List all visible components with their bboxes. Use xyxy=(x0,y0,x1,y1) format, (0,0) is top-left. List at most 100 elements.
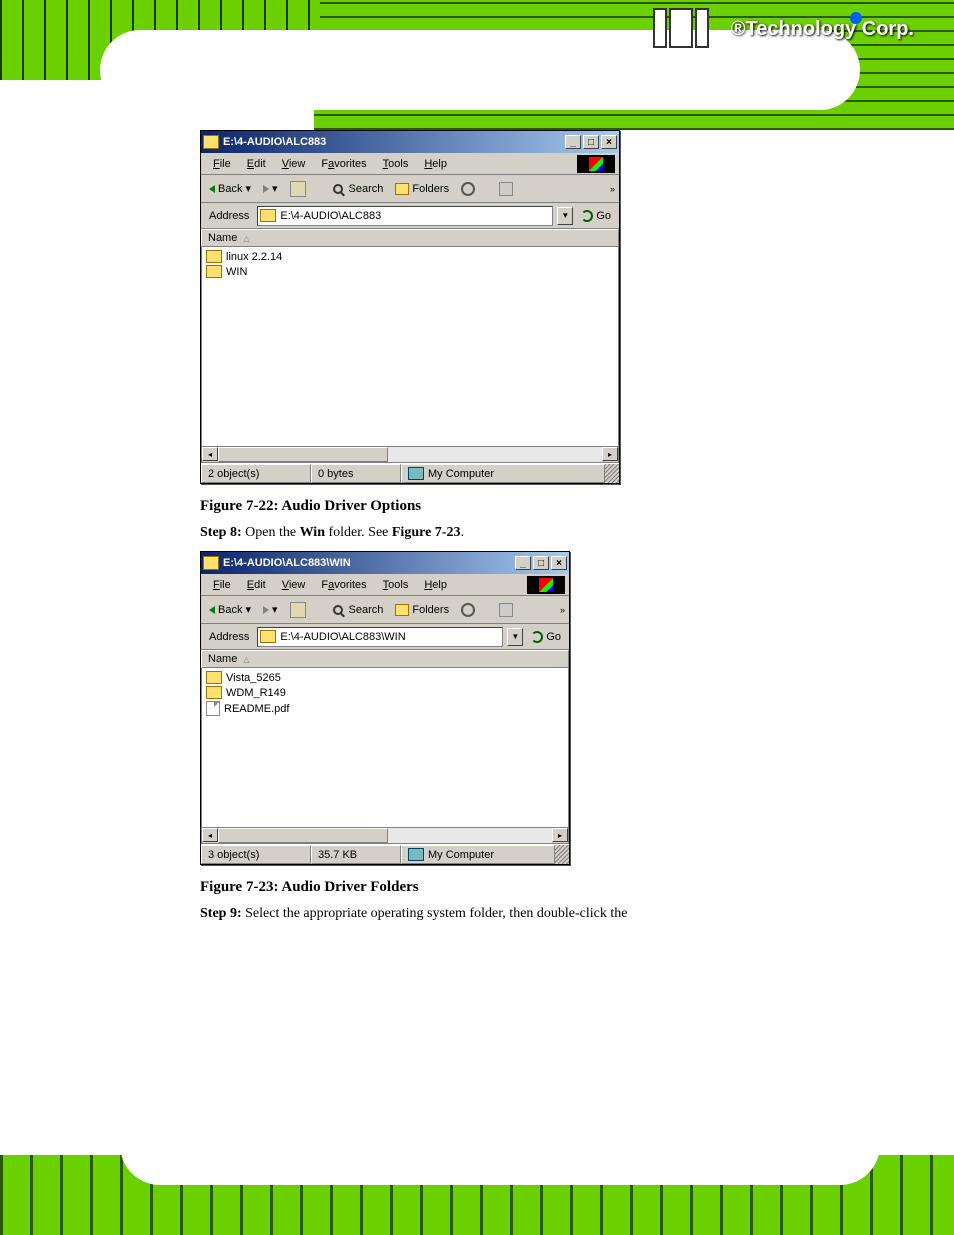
menu-view[interactable]: View xyxy=(274,156,314,172)
address-dropdown[interactable]: ▼ xyxy=(557,207,573,225)
windows-flag-icon xyxy=(577,155,615,173)
status-objects: 3 object(s) xyxy=(201,845,311,864)
address-dropdown[interactable]: ▼ xyxy=(507,628,523,646)
toolbar-overflow[interactable]: » xyxy=(610,184,615,194)
statusbar: 2 object(s) 0 bytes My Computer xyxy=(201,463,619,483)
resize-grip[interactable] xyxy=(605,464,619,483)
arrow-right-icon xyxy=(263,185,269,193)
horizontal-scrollbar[interactable]: ◂ ▸ xyxy=(201,447,619,463)
back-button[interactable]: Back ▾ xyxy=(205,181,255,196)
arrow-right-icon xyxy=(263,606,269,614)
folders-button[interactable]: Folders xyxy=(391,603,453,617)
folder-icon xyxy=(206,671,222,684)
up-button[interactable] xyxy=(286,601,310,619)
menu-file[interactable]: File xyxy=(205,156,239,172)
step-8-text: Step 8: Open the Win folder. See Figure … xyxy=(200,525,760,541)
list-item[interactable]: WDM_R149 xyxy=(204,685,566,700)
menu-view[interactable]: View xyxy=(274,577,314,593)
folder-icon xyxy=(206,686,222,699)
column-header[interactable]: Name △ xyxy=(201,650,569,668)
file-list[interactable]: Vista_5265 WDM_R149 README.pdf xyxy=(201,668,569,828)
up-button[interactable] xyxy=(286,180,310,198)
arrow-left-icon xyxy=(209,185,215,193)
step-label: Step 9: xyxy=(200,906,242,921)
go-button[interactable]: Go xyxy=(527,630,565,644)
white-swoosh-bottom xyxy=(120,1105,880,1185)
close-button[interactable]: × xyxy=(601,135,617,149)
address-label: Address xyxy=(205,631,253,643)
move-icon xyxy=(499,603,513,617)
column-name: Name xyxy=(208,232,237,244)
item-name: linux 2.2.14 xyxy=(226,251,282,263)
titlebar[interactable]: E:\4-AUDIO\ALC883\WIN _ □ × xyxy=(201,552,569,574)
pdf-file-icon xyxy=(206,701,220,716)
scroll-left-button[interactable]: ◂ xyxy=(202,828,218,842)
titlebar[interactable]: E:\4-AUDIO\ALC883 _ □ × xyxy=(201,131,619,153)
forward-button[interactable]: ▾ xyxy=(259,602,282,617)
moveto-button[interactable] xyxy=(495,181,517,197)
file-list[interactable]: linux 2.2.14 WIN xyxy=(201,247,619,447)
minimize-button[interactable]: _ xyxy=(565,135,581,149)
minimize-button[interactable]: _ xyxy=(515,556,531,570)
close-button[interactable]: × xyxy=(551,556,567,570)
search-button[interactable]: Search xyxy=(326,601,388,619)
folder-icon xyxy=(206,265,222,278)
moveto-button[interactable] xyxy=(495,602,517,618)
toolbar-separator xyxy=(314,609,322,611)
maximize-button[interactable]: □ xyxy=(583,135,599,149)
history-button[interactable] xyxy=(457,602,479,618)
item-name: WIN xyxy=(226,266,247,278)
folders-button[interactable]: Folders xyxy=(391,182,453,196)
status-size: 0 bytes xyxy=(311,464,401,483)
move-icon xyxy=(499,182,513,196)
logo-dot-icon xyxy=(850,12,862,24)
menu-tools[interactable]: Tools xyxy=(375,577,417,593)
go-icon xyxy=(531,631,543,643)
back-button[interactable]: Back ▾ xyxy=(205,602,255,617)
scroll-thumb[interactable] xyxy=(218,447,388,462)
arrow-left-icon xyxy=(209,606,215,614)
search-label: Search xyxy=(349,183,384,195)
list-item[interactable]: WIN xyxy=(204,264,616,279)
maximize-button[interactable]: □ xyxy=(533,556,549,570)
menubar: File Edit View Favorites Tools Help xyxy=(201,574,569,596)
menu-edit[interactable]: Edit xyxy=(239,577,274,593)
folders-label: Folders xyxy=(412,183,449,195)
list-item[interactable]: Vista_5265 xyxy=(204,670,566,685)
horizontal-scrollbar[interactable]: ◂ ▸ xyxy=(201,828,569,844)
menu-favorites[interactable]: Favorites xyxy=(313,577,374,593)
scroll-thumb[interactable] xyxy=(218,828,388,843)
figure-caption-2: Figure 7-23: Audio Driver Folders xyxy=(200,879,760,896)
menubar: File Edit View Favorites Tools Help xyxy=(201,153,619,175)
brand-text: ®Technology Corp. xyxy=(731,18,914,41)
folder-icon xyxy=(260,630,276,643)
forward-button[interactable]: ▾ xyxy=(259,181,282,196)
scroll-right-button[interactable]: ▸ xyxy=(602,447,618,461)
scroll-left-button[interactable]: ◂ xyxy=(202,447,218,461)
status-objects: 2 object(s) xyxy=(201,464,311,483)
go-button[interactable]: Go xyxy=(577,209,615,223)
list-item[interactable]: README.pdf xyxy=(204,700,566,717)
menu-edit[interactable]: Edit xyxy=(239,156,274,172)
toolbar: Back ▾ ▾ Search Folders » xyxy=(201,175,619,203)
windows-flag-icon xyxy=(527,576,565,594)
column-header[interactable]: Name △ xyxy=(201,229,619,247)
address-bar: Address E:\4-AUDIO\ALC883\WIN ▼ Go xyxy=(201,624,569,650)
menu-help[interactable]: Help xyxy=(416,577,455,593)
scroll-track[interactable] xyxy=(218,828,552,843)
scroll-right-button[interactable]: ▸ xyxy=(552,828,568,842)
menu-file[interactable]: File xyxy=(205,577,239,593)
toolbar-overflow[interactable]: » xyxy=(560,605,565,615)
scroll-track[interactable] xyxy=(218,447,602,462)
menu-tools[interactable]: Tools xyxy=(375,156,417,172)
address-field[interactable]: E:\4-AUDIO\ALC883\WIN xyxy=(257,627,503,647)
address-field[interactable]: E:\4-AUDIO\ALC883 xyxy=(257,206,553,226)
folder-up-icon xyxy=(290,602,306,618)
search-button[interactable]: Search xyxy=(326,180,388,198)
history-button[interactable] xyxy=(457,181,479,197)
menu-favorites[interactable]: Favorites xyxy=(313,156,374,172)
toolbar: Back ▾ ▾ Search Folders » xyxy=(201,596,569,624)
list-item[interactable]: linux 2.2.14 xyxy=(204,249,616,264)
resize-grip[interactable] xyxy=(555,845,569,864)
menu-help[interactable]: Help xyxy=(416,156,455,172)
